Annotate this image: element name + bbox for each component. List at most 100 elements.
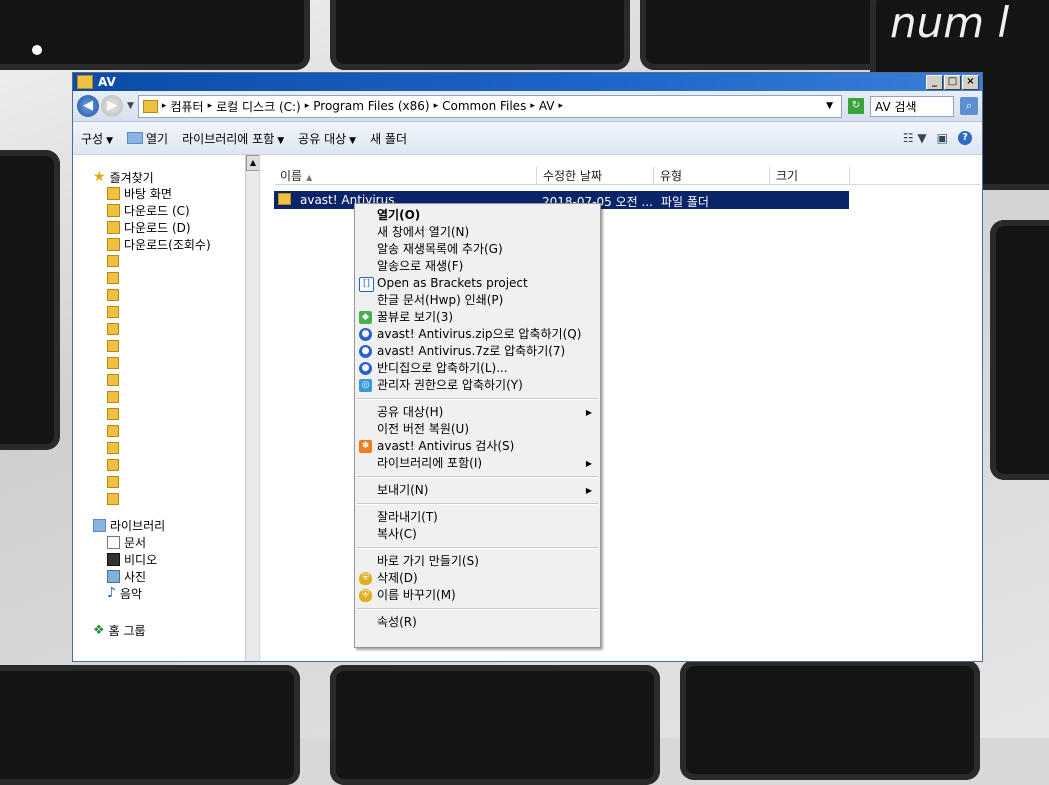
shield-icon: ⛨ [359,589,372,602]
menu-admin-zip[interactable]: ◎ 관리자 권한으로 압축하기(Y) [355,377,600,394]
menu-alsong-play[interactable]: 알송으로 재생(F) [355,258,600,275]
sort-ascending-icon: ▲ [306,173,313,182]
folder-icon[interactable] [107,255,119,267]
folder-icon[interactable] [107,289,119,301]
menu-open-new-window[interactable]: 새 창에서 열기(N) [355,224,600,241]
breadcrumb-common-files[interactable]: Common Files [442,99,526,113]
chevron-right-icon[interactable]: ▸ [162,101,167,111]
title-bar[interactable]: AV _ □ × [73,73,982,91]
folder-icon[interactable] [107,493,119,505]
nav-desktop-label: 바탕 화면 [124,187,172,201]
nav-music[interactable]: ♪ 음악 [107,585,142,602]
folder-icon[interactable] [107,391,119,403]
folder-icon[interactable] [107,374,119,386]
menu-share-label: 공유 대상(H) [377,405,444,419]
nav-documents[interactable]: 문서 [107,534,146,551]
breadcrumb-av[interactable]: AV [539,99,555,113]
menu-open[interactable]: 열기(O) [355,207,600,224]
menu-copy[interactable]: 복사(C) [355,526,600,543]
menu-bandizip[interactable]: ● 반디집으로 압축하기(L)... [355,360,600,377]
chevron-right-icon[interactable]: ▸ [305,101,310,111]
folder-icon[interactable] [107,323,119,335]
history-dropdown-icon[interactable]: ▼ [127,101,134,111]
chevron-right-icon[interactable]: ▸ [559,101,564,111]
folder-icon[interactable] [107,425,119,437]
menu-restore[interactable]: 이전 버전 복원(U) [355,421,600,438]
minimize-button[interactable]: _ [926,74,943,90]
menu-create-shortcut[interactable]: 바로 가기 만들기(S) [355,553,600,570]
include-library-button[interactable]: 라이브러리에 포함 ▼ [182,130,284,147]
menu-brackets[interactable]: [] Open as Brackets project [355,275,600,292]
search-icon[interactable]: ⌕ [960,97,978,115]
column-type[interactable]: 유형 [654,167,770,185]
folder-icon[interactable] [107,408,119,420]
help-icon[interactable]: ? [958,131,972,145]
preview-pane-icon[interactable]: ▣ [937,131,948,145]
column-filler [850,167,981,185]
menu-restore-label: 이전 버전 복원(U) [377,422,470,436]
menu-alsong-add[interactable]: 알송 재생목록에 추가(G) [355,241,600,258]
scroll-up-icon[interactable]: ▲ [246,155,260,171]
close-button[interactable]: × [962,74,979,90]
folder-icon[interactable] [107,442,119,454]
menu-share[interactable]: 공유 대상(H) ▶ [355,404,600,421]
menu-avast-scan[interactable]: ✱ avast! Antivirus 검사(S) [355,438,600,455]
nav-desktop[interactable]: 바탕 화면 [107,185,172,202]
chevron-right-icon[interactable]: ▸ [530,101,535,111]
menu-cut[interactable]: 잘라내기(T) [355,509,600,526]
nav-download-c[interactable]: 다운로드 (C) [107,202,190,219]
menu-7z-label: avast! Antivirus.7z로 압축하기(7) [377,344,566,358]
menu-delete[interactable]: ⛨ 삭제(D) [355,570,600,587]
new-folder-button[interactable]: 새 폴더 [370,130,407,147]
nav-scrollbar[interactable]: ▲ [245,155,260,661]
folder-icon[interactable] [107,357,119,369]
address-bar[interactable]: ▸ 컴퓨터 ▸ 로컬 디스크 (C:) ▸ Program Files (x86… [137,94,842,118]
menu-7z[interactable]: ● avast! Antivirus.7z로 압축하기(7) [355,343,600,360]
share-button[interactable]: 공유 대상 ▼ [298,130,356,147]
submenu-arrow-icon: ▶ [585,459,592,468]
column-modified[interactable]: 수정한 날짜 [537,167,654,185]
breadcrumb-local-disk[interactable]: 로컬 디스크 (C:) [216,98,301,115]
folder-icon[interactable] [107,340,119,352]
folder-icon[interactable] [107,272,119,284]
menu-send-to[interactable]: 보내기(N) ▶ [355,482,600,499]
address-row: ◀ ▶ ▼ ▸ 컴퓨터 ▸ 로컬 디스크 (C:) ▸ Program File… [73,91,982,122]
menu-rename[interactable]: ⛨ 이름 바꾸기(M) [355,587,600,604]
menu-separator [357,503,598,505]
maximize-button[interactable]: □ [944,74,961,90]
folder-icon [278,193,291,205]
back-button[interactable]: ◀ [77,95,99,117]
nav-pictures[interactable]: 사진 [107,568,146,585]
folder-icon[interactable] [107,306,119,318]
folder-icon[interactable] [107,476,119,488]
column-name[interactable]: 이름 ▲ [274,167,537,185]
menu-include-library[interactable]: 라이브러리에 포함(I) ▶ [355,455,600,472]
nav-download-views[interactable]: 다운로드(조회수) [107,236,211,253]
nav-videos[interactable]: 비디오 [107,551,157,568]
nav-favorites[interactable]: ★ 즐겨찾기 [93,169,154,186]
menu-honeyview[interactable]: ◆ 꿀뷰로 보기(3) [355,309,600,326]
menu-hwp-print[interactable]: 한글 문서(Hwp) 인쇄(P) [355,292,600,309]
address-dropdown-icon[interactable]: ▼ [826,101,833,111]
view-options-icon[interactable]: ☷ ▼ [903,131,927,145]
open-button[interactable]: 열기 [127,130,168,147]
nav-download-d[interactable]: 다운로드 (D) [107,219,191,236]
window-controls: _ □ × [926,74,982,90]
menu-properties[interactable]: 속성(R) [355,614,600,631]
submenu-arrow-icon: ▶ [585,408,592,417]
organize-button[interactable]: 구성 ▼ [81,130,113,147]
breadcrumb-computer[interactable]: 컴퓨터 [170,98,203,115]
chevron-right-icon[interactable]: ▸ [434,101,439,111]
refresh-icon[interactable]: ↻ [848,98,864,114]
column-size[interactable]: 크기 [770,167,850,185]
breadcrumb-program-files[interactable]: Program Files (x86) [313,99,429,113]
nav-homegroup[interactable]: ❖ 홈 그룹 [93,622,146,639]
forward-button[interactable]: ▶ [101,95,123,117]
nav-pictures-label: 사진 [124,570,147,584]
search-input[interactable]: AV 검색 [870,95,954,117]
chevron-right-icon[interactable]: ▸ [208,101,213,111]
nav-libraries[interactable]: 라이브러리 [93,517,165,534]
bandizip-icon: ● [359,345,372,358]
folder-icon[interactable] [107,459,119,471]
menu-zip[interactable]: ● avast! Antivirus.zip으로 압축하기(Q) [355,326,600,343]
